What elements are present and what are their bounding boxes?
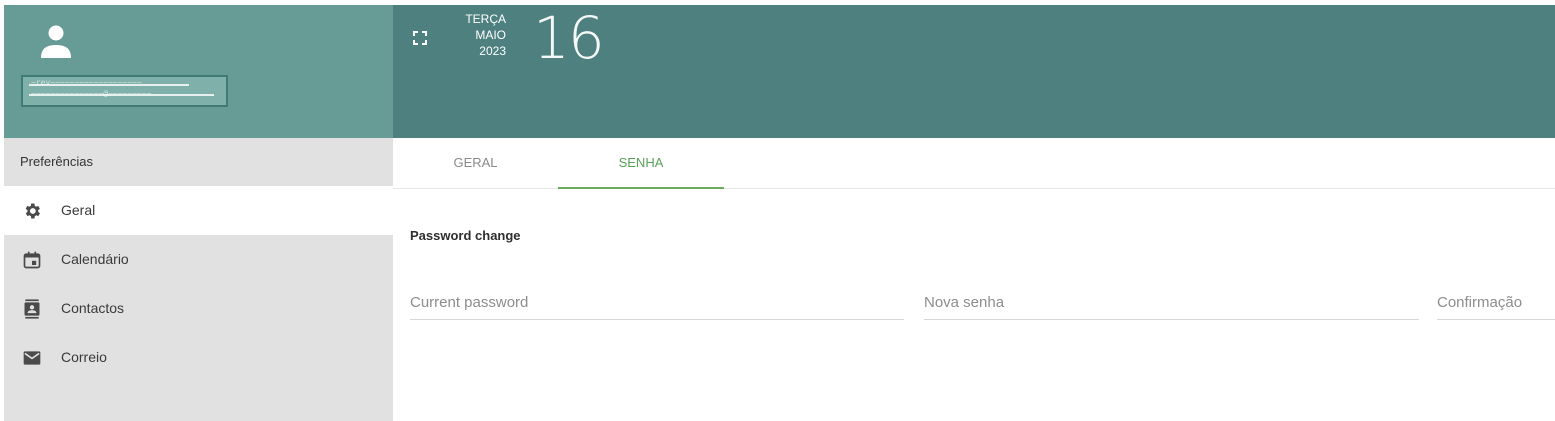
user-identity-line-2: ~~~~~~~~~~~~~~~@~~~~~~~~~ xyxy=(31,89,152,98)
section-title: Password change xyxy=(410,228,521,243)
sidebar-item-contactos[interactable]: Contactos xyxy=(4,284,393,333)
year-label: 2023 xyxy=(479,44,506,58)
new-password-field xyxy=(924,287,1419,320)
calendar-icon xyxy=(23,251,41,269)
weekday-label: TERÇA xyxy=(465,12,506,26)
preferences-title: Preferências xyxy=(20,154,93,169)
user-identity-redacted: ~rev~~~~~~~~~~~~~~~~~~~ ~~~~~~~~~~~~~~~@… xyxy=(21,75,228,107)
fullscreen-icon[interactable] xyxy=(413,31,427,45)
mail-icon xyxy=(23,351,41,365)
user-avatar-icon[interactable] xyxy=(39,24,73,60)
user-profile-panel: ~rev~~~~~~~~~~~~~~~~~~~ ~~~~~~~~~~~~~~~@… xyxy=(4,5,393,138)
current-password-field xyxy=(410,287,904,320)
day-number: 16 xyxy=(533,4,605,72)
sidebar-item-correio[interactable]: Correio xyxy=(4,333,393,382)
sidebar-item-label: Calendário xyxy=(61,251,129,267)
user-identity-line-1: ~rev~~~~~~~~~~~~~~~~~~~ xyxy=(31,78,142,87)
confirm-password-input[interactable] xyxy=(1437,287,1555,317)
tab-geral[interactable]: GERAL xyxy=(393,138,558,188)
preferences-tabs: GERAL SENHA xyxy=(393,138,1555,189)
tab-senha[interactable]: SENHA xyxy=(558,138,724,189)
new-password-input[interactable] xyxy=(924,287,1419,317)
sidebar-item-label: Geral xyxy=(61,202,96,218)
date-header: TERÇA MAIO 2023 16 xyxy=(393,5,1555,138)
gear-icon xyxy=(25,203,40,219)
sidebar-item-calendario[interactable]: Calendário xyxy=(4,235,393,284)
contacts-icon xyxy=(24,299,40,319)
current-password-input[interactable] xyxy=(410,287,904,317)
sidebar-item-geral[interactable]: Geral xyxy=(4,186,393,235)
confirm-password-field xyxy=(1437,287,1555,320)
sidebar: ~rev~~~~~~~~~~~~~~~~~~~ ~~~~~~~~~~~~~~~@… xyxy=(4,5,393,421)
sidebar-item-label: Contactos xyxy=(61,300,125,316)
month-label: MAIO xyxy=(475,28,506,42)
date-stack: TERÇA MAIO 2023 xyxy=(453,11,506,59)
sidebar-item-label: Correio xyxy=(61,349,107,365)
